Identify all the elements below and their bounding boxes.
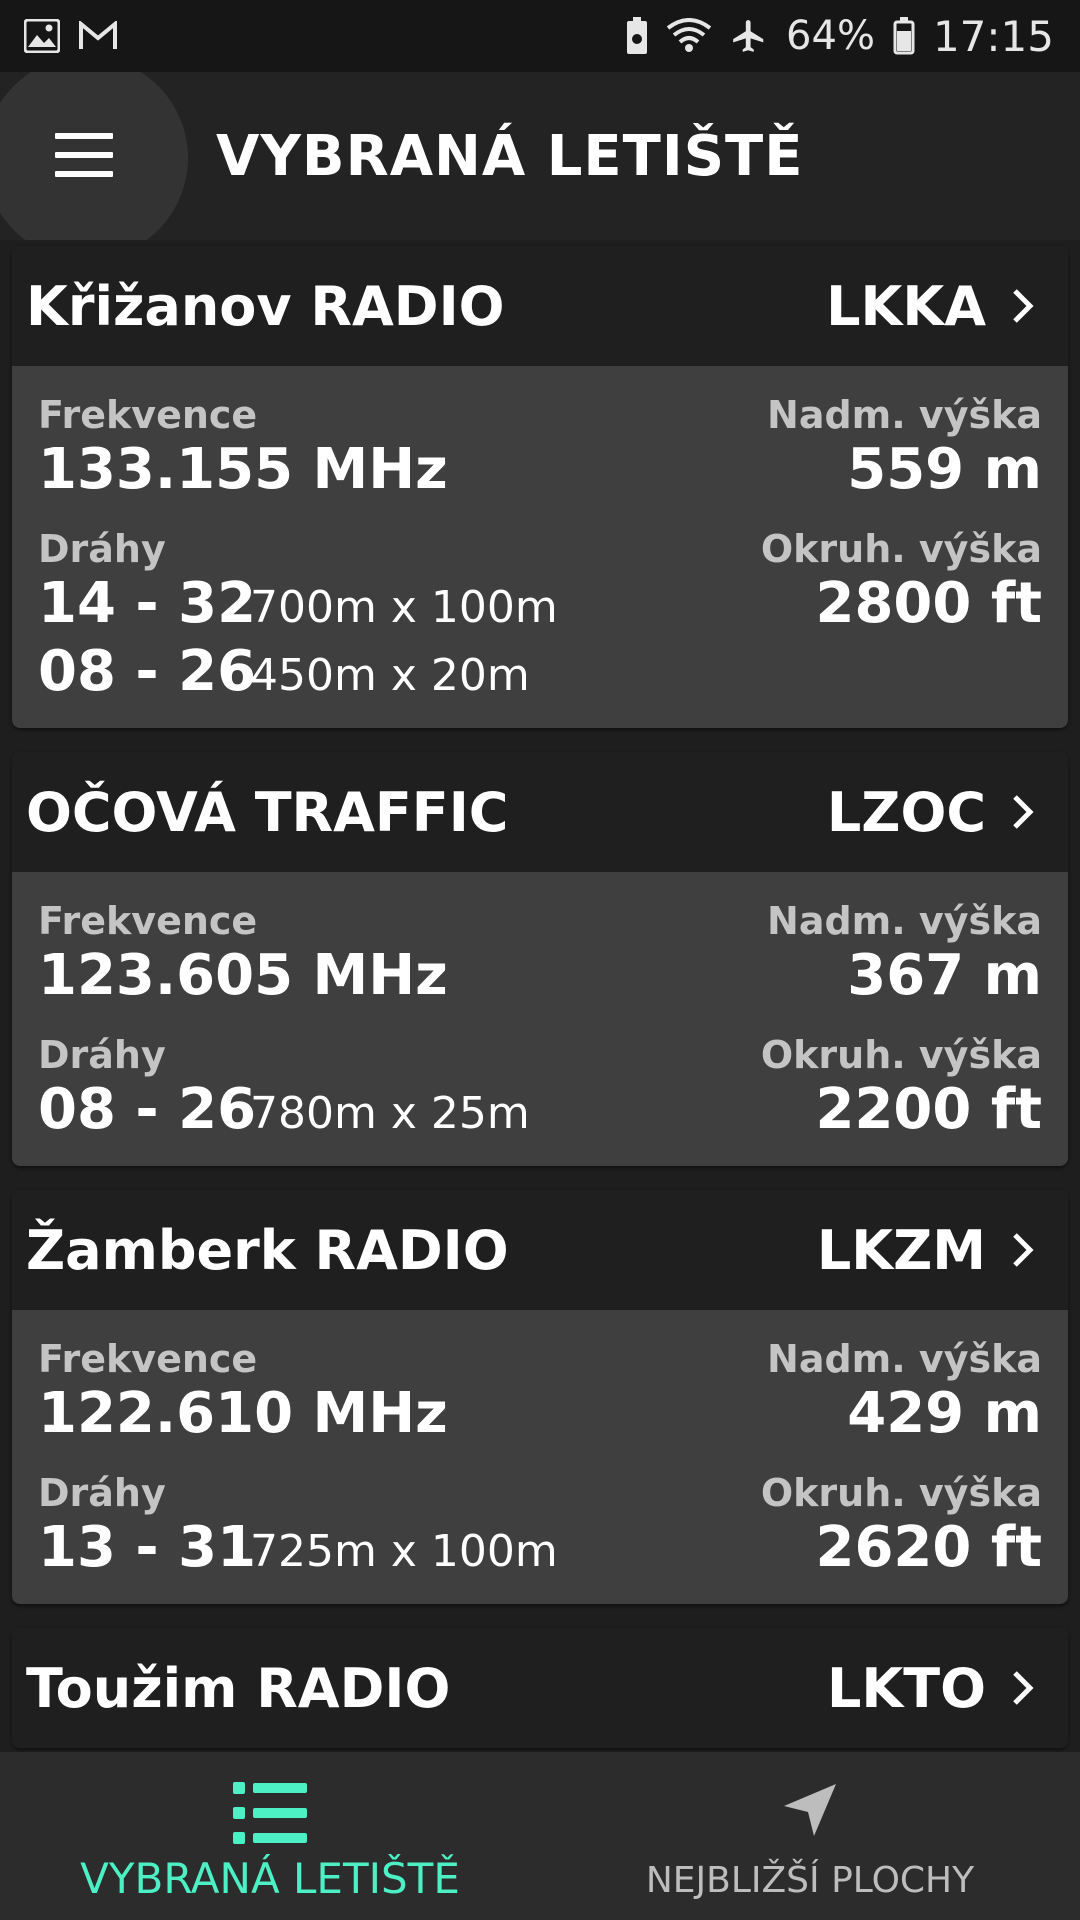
frequency-value: 133.155 MHz [38, 437, 448, 502]
airport-card-header[interactable]: Toužim RADIO LKTO [12, 1628, 1068, 1748]
airport-list[interactable]: Křižanov RADIO LKKA Frekvence 133.155 MH… [12, 246, 1068, 1772]
elevation-label: Nadm. výška [767, 1337, 1042, 1381]
airport-code: LZOC [826, 780, 986, 844]
runway-size: 780m x 25m [250, 1088, 530, 1139]
runway-row: 14 - 32 700m x 100m [38, 572, 558, 640]
circuit-altitude-label: Okruh. výška [760, 527, 1042, 571]
airplane-mode-icon [733, 20, 764, 52]
battery-saver-icon [627, 17, 648, 54]
airport-card[interactable]: Žamberk RADIO LKZM Frekvence 122.610 MHz… [12, 1190, 1068, 1604]
runway-id: 14 - 32 [38, 571, 257, 636]
airport-card[interactable]: Křižanov RADIO LKKA Frekvence 133.155 MH… [12, 246, 1068, 728]
nav-label: VYBRANÁ LETIŠTĚ [80, 1854, 460, 1903]
battery-percent: 64% [786, 13, 875, 59]
nav-tab-selected-airports[interactable]: VYBRANÁ LETIŠTĚ [0, 1752, 540, 1920]
chevron-right-icon[interactable] [1008, 1668, 1038, 1708]
elevation-value: 367 m [847, 943, 1042, 1008]
runway-id: 13 - 31 [38, 1515, 257, 1580]
image-notification-icon [24, 19, 60, 53]
runways-label: Dráhy [38, 527, 166, 571]
airport-card[interactable]: OČOVÁ TRAFFIC LZOC Frekvence 123.605 MHz… [12, 752, 1068, 1166]
frequency-value: 123.605 MHz [38, 943, 448, 1008]
airport-code: LKTO [827, 1656, 986, 1720]
clock: 17:15 [932, 11, 1054, 61]
runways-label: Dráhy [38, 1033, 166, 1077]
airport-card-header[interactable]: OČOVÁ TRAFFIC LZOC [12, 752, 1068, 872]
runway-id: 08 - 26 [38, 1077, 257, 1142]
elevation-value: 559 m [847, 437, 1042, 502]
nav-tab-nearest-airfields[interactable]: NEJBLIŽŠÍ PLOCHY [540, 1752, 1080, 1920]
frequency-label: Frekvence [38, 393, 258, 437]
runway-size: 700m x 100m [250, 582, 558, 633]
runway-row: 08 - 26 450m x 20m [38, 640, 558, 708]
runway-size: 725m x 100m [250, 1526, 558, 1577]
wifi-icon [666, 18, 712, 52]
page-title: VYBRANÁ LETIŠTĚ [216, 124, 804, 189]
circuit-altitude-value: 2800 ft [815, 571, 1043, 636]
elevation-value: 429 m [847, 1381, 1042, 1446]
gmail-icon [79, 21, 117, 49]
frequency-label: Frekvence [38, 899, 258, 943]
app-bar: VYBRANÁ LETIŠTĚ [0, 72, 1080, 240]
airport-name: Křižanov RADIO [26, 274, 505, 338]
chevron-right-icon[interactable] [1008, 1230, 1038, 1270]
elevation-label: Nadm. výška [767, 393, 1042, 437]
circuit-altitude-value: 2620 ft [815, 1515, 1043, 1580]
chevron-right-icon[interactable] [1008, 792, 1038, 832]
frequency-value: 122.610 MHz [38, 1381, 448, 1446]
airport-card-header[interactable]: Křižanov RADIO LKKA [12, 246, 1068, 366]
airport-name: OČOVÁ TRAFFIC [26, 780, 509, 844]
list-icon [233, 1782, 307, 1844]
chevron-right-icon[interactable] [1008, 286, 1038, 326]
runway-row: 08 - 26 780m x 25m [38, 1078, 530, 1146]
circuit-altitude-label: Okruh. výška [760, 1033, 1042, 1077]
status-bar: 64% 17:15 [0, 0, 1080, 72]
hamburger-menu-icon[interactable] [55, 133, 113, 177]
nav-label: NEJBLIŽŠÍ PLOCHY [645, 1860, 975, 1901]
circuit-altitude-label: Okruh. výška [760, 1471, 1042, 1515]
navigation-arrow-icon [784, 1784, 836, 1836]
runway-id: 08 - 26 [38, 639, 257, 704]
airport-card[interactable]: Toužim RADIO LKTO [12, 1628, 1068, 1748]
airport-name: Toužim RADIO [26, 1656, 451, 1720]
runway-row: 13 - 31 725m x 100m [38, 1516, 558, 1584]
bottom-navigation: VYBRANÁ LETIŠTĚ NEJBLIŽŠÍ PLOCHY [0, 1752, 1080, 1920]
circuit-altitude-value: 2200 ft [815, 1077, 1043, 1142]
battery-icon [893, 17, 915, 55]
airport-code: LKKA [826, 274, 986, 338]
runway-size: 450m x 20m [250, 650, 530, 701]
elevation-label: Nadm. výška [767, 899, 1042, 943]
airport-code: LKZM [816, 1218, 986, 1282]
airport-card-header[interactable]: Žamberk RADIO LKZM [12, 1190, 1068, 1310]
runways-label: Dráhy [38, 1471, 166, 1515]
airport-name: Žamberk RADIO [26, 1218, 509, 1282]
frequency-label: Frekvence [38, 1337, 258, 1381]
